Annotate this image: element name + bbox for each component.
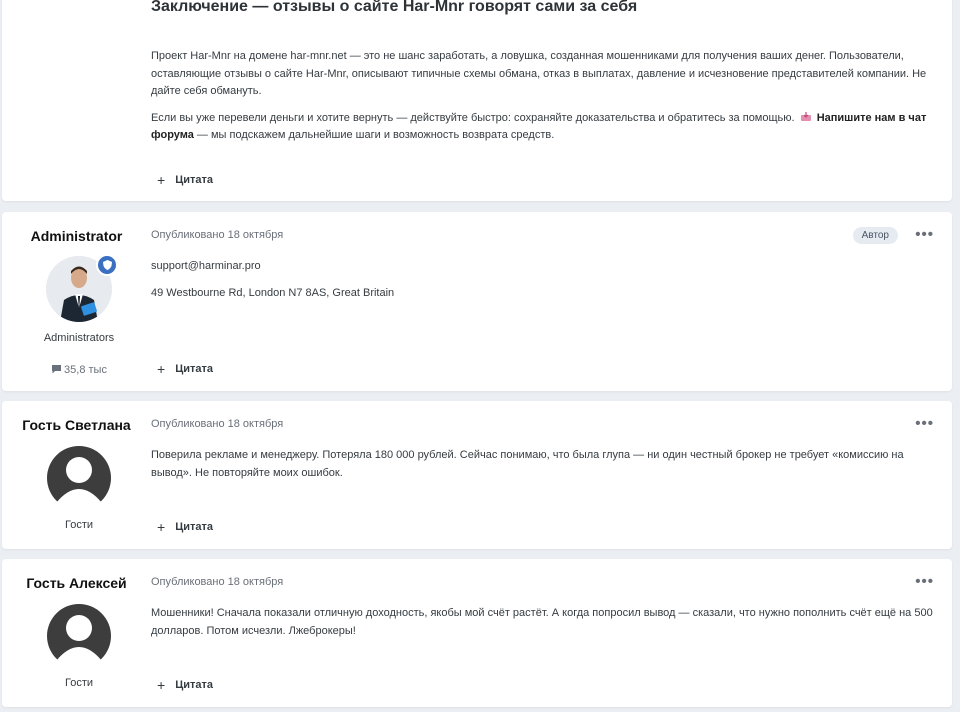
quote-label: Цитата <box>175 363 213 375</box>
post-line-email: support@harminar.pro <box>151 260 261 272</box>
guest-avatar <box>46 445 112 511</box>
comment-icon <box>51 364 62 377</box>
author-group: Гости <box>64 677 94 689</box>
post-content: Мошенники! Сначала показали отличную дох… <box>151 607 933 637</box>
post-content: support@harminar.pro 49 Westbourne Rd, L… <box>151 258 946 302</box>
quote-button[interactable]: + Цитата <box>157 172 213 188</box>
conclusion-paragraph-2-text: Если вы уже перевели деньги и хотите вер… <box>151 111 795 124</box>
author-name: Гость Алексей <box>26 575 127 591</box>
conclusion-post-card: Заключение — отзывы о сайте Har-Mnr гово… <box>2 0 952 201</box>
avatar[interactable] <box>46 254 118 322</box>
post-date[interactable]: Опубликовано 18 октября <box>151 229 283 241</box>
post-card: Гость Алексей Гости Опубликовано 18 октя… <box>2 559 952 707</box>
reputation-value: 35,8 тыс <box>64 364 107 376</box>
post-line-address: 49 Westbourne Rd, London N7 8AS, Great B… <box>151 286 395 299</box>
author-badge: Автор <box>852 227 898 244</box>
ellipsis-icon[interactable]: ••• <box>915 573 934 590</box>
author-column: Гость Светлана Гости <box>2 401 151 549</box>
guest-avatar <box>46 603 112 669</box>
post-content: Поверила рекламе и менеджеру. Потеряла 1… <box>151 449 904 479</box>
ellipsis-icon[interactable]: ••• <box>915 226 934 243</box>
plus-icon: + <box>157 677 166 693</box>
conclusion-paragraph-2-tail: — мы подскажем дальнейшие шаги и возможн… <box>193 129 555 141</box>
author-group: Гости <box>64 519 94 531</box>
author-column: Гость Алексей Гости <box>2 559 151 707</box>
post-date[interactable]: Опубликовано 18 октября <box>151 576 283 588</box>
quote-label: Цитата <box>175 679 213 691</box>
conclusion-paragraph-2: Если вы уже перевели деньги и хотите вер… <box>151 110 946 145</box>
reputation-count: 35,8 тыс <box>2 364 156 377</box>
post-card: Гость Светлана Гости Опубликовано 18 окт… <box>2 401 952 549</box>
chat-icon <box>800 111 812 121</box>
author-column: Administrator Administrators 35,8 тыс <box>2 212 151 391</box>
quote-button[interactable]: + Цитата <box>157 519 213 535</box>
avatar <box>46 603 112 669</box>
ellipsis-icon[interactable]: ••• <box>915 415 934 432</box>
shield-icon <box>96 254 118 276</box>
post-card: Administrator Administrators 35,8 тыс Оп… <box>2 212 952 391</box>
quote-label: Цитата <box>175 521 213 533</box>
plus-icon: + <box>157 361 166 377</box>
plus-icon: + <box>157 172 166 188</box>
author-group: Administrators <box>43 332 115 344</box>
conclusion-body: Проект Har-Mnr на домене har-mnr.net — э… <box>151 48 946 145</box>
author-name[interactable]: Administrator <box>2 228 151 244</box>
plus-icon: + <box>157 519 166 535</box>
avatar <box>46 445 112 511</box>
quote-label: Цитата <box>175 174 213 186</box>
post-date[interactable]: Опубликовано 18 октября <box>151 418 283 430</box>
conclusion-title: Заключение — отзывы о сайте Har-Mnr гово… <box>151 0 638 15</box>
author-name: Гость Светлана <box>22 417 131 433</box>
quote-button[interactable]: + Цитата <box>157 677 213 693</box>
quote-button[interactable]: + Цитата <box>157 361 213 377</box>
conclusion-paragraph-1: Проект Har-Mnr на домене har-mnr.net — э… <box>151 50 927 97</box>
